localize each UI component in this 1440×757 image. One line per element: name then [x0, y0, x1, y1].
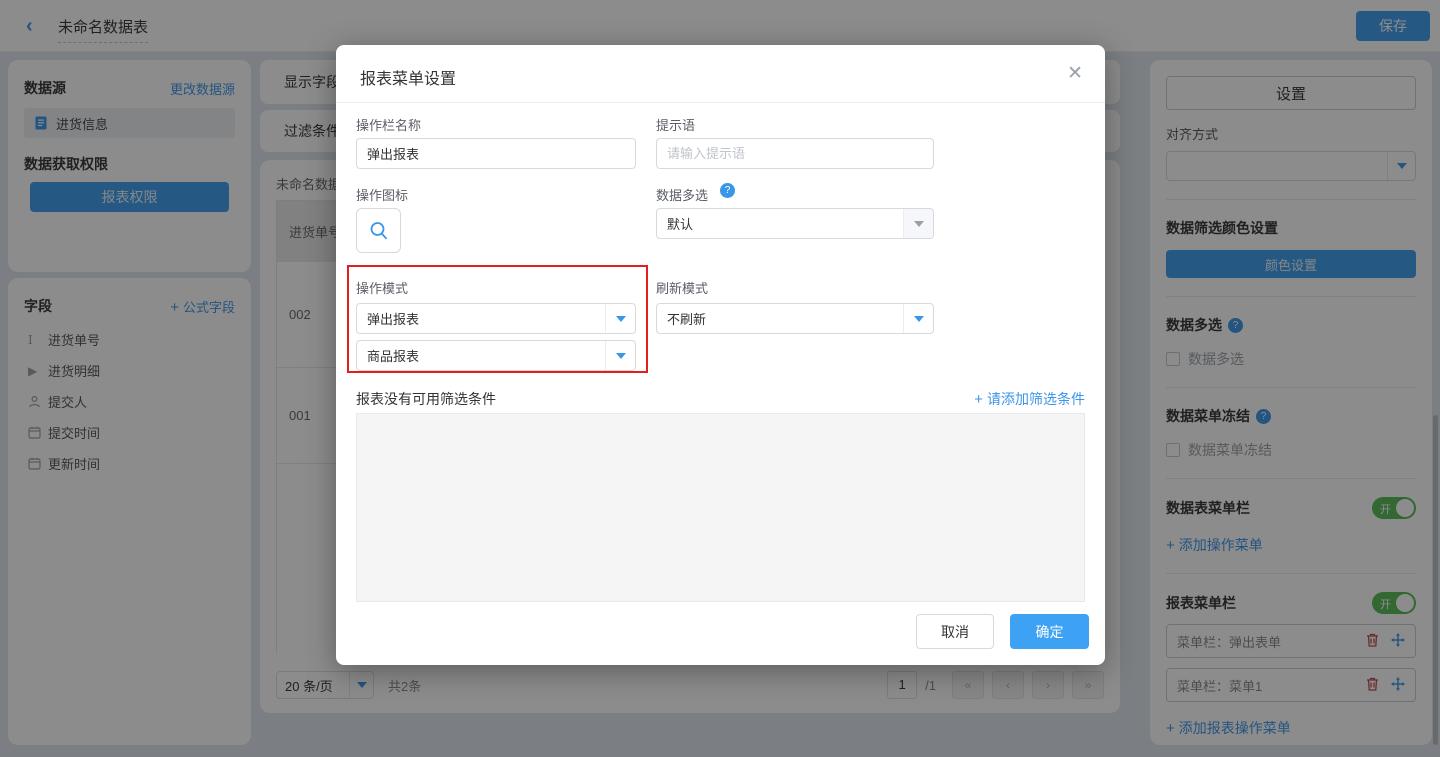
add-filter-link[interactable]: + 请添加筛选条件: [974, 389, 1085, 409]
filter-conditions-area: [356, 413, 1085, 602]
plus-icon: +: [974, 390, 983, 408]
data-multiselect-select[interactable]: 默认: [656, 208, 934, 239]
refresh-mode-label: 刷新模式: [656, 281, 709, 296]
dropdown-arrow-icon: [903, 304, 933, 333]
search-icon: [370, 221, 387, 239]
action-icon-button[interactable]: [356, 208, 401, 253]
cancel-button[interactable]: 取消: [916, 614, 994, 649]
hint-text-input[interactable]: [656, 138, 934, 169]
action-icon-label: 操作图标: [356, 188, 409, 203]
data-multiselect-label: 数据多选: [656, 188, 709, 203]
hint-text-label: 提示语: [656, 118, 696, 133]
close-icon[interactable]: ✕: [1067, 62, 1083, 85]
dropdown-arrow-icon: [903, 209, 933, 238]
action-bar-name-label: 操作栏名称: [356, 118, 422, 133]
action-bar-name-input[interactable]: [356, 138, 636, 169]
dropdown-arrow-icon: [605, 341, 635, 370]
dialog-title: 报表菜单设置: [360, 71, 457, 88]
confirm-button[interactable]: 确定: [1010, 614, 1089, 649]
action-mode-value: 弹出报表: [367, 312, 420, 327]
question-icon[interactable]: ?: [720, 183, 735, 198]
dropdown-arrow-icon: [605, 304, 635, 333]
no-filter-hint: 报表没有可用筛选条件: [356, 391, 496, 407]
action-mode-label: 操作模式: [356, 281, 409, 296]
refresh-mode-select[interactable]: 不刷新: [656, 303, 934, 334]
refresh-mode-value: 不刷新: [667, 312, 707, 327]
report-menu-settings-dialog: 报表菜单设置 ✕ 操作栏名称 提示语 操作图标 数据多选 ? 默认 操作模式 弹…: [336, 45, 1105, 665]
report-target-value: 商品报表: [367, 349, 420, 364]
action-mode-select[interactable]: 弹出报表: [356, 303, 636, 334]
data-multiselect-value: 默认: [667, 217, 694, 232]
report-target-select[interactable]: 商品报表: [356, 340, 636, 371]
